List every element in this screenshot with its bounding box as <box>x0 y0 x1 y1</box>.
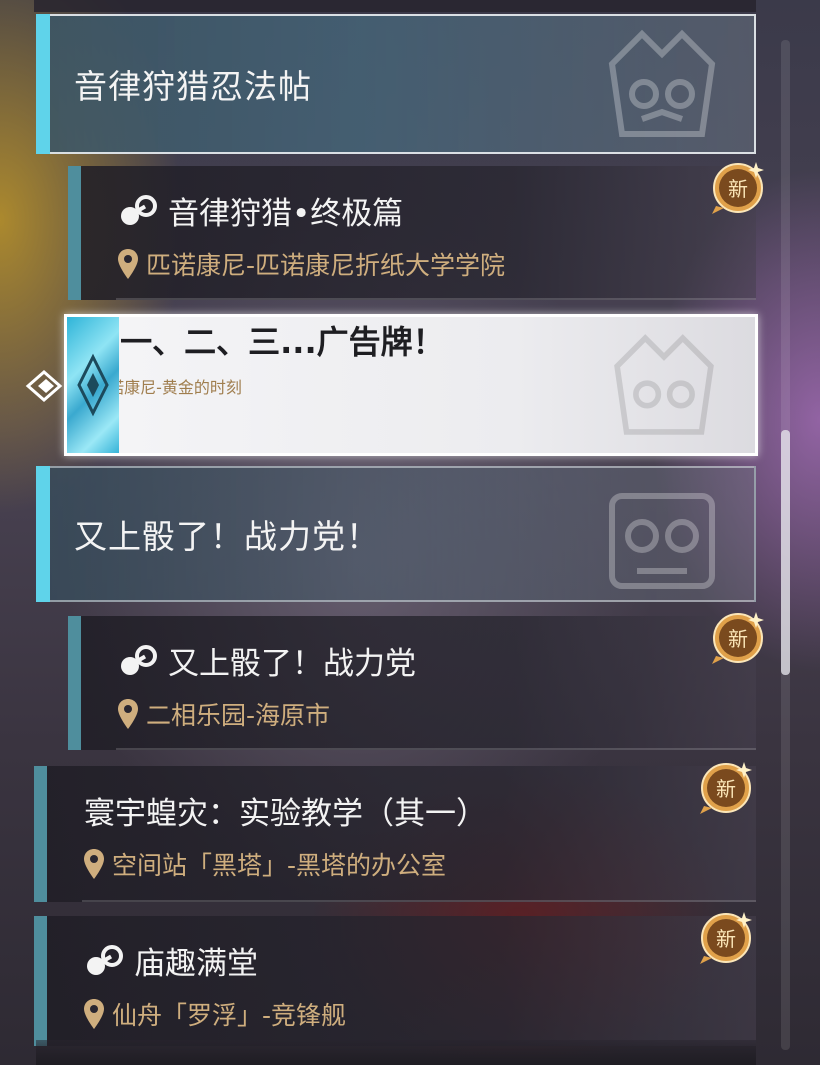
list-bottom-fade <box>36 1040 756 1065</box>
quest-name: 庙趣满堂 <box>134 946 258 982</box>
quest-item-selected[interactable]: 一、二、三...广告牌！ 匹诺康尼-黄金的时刻 <box>64 314 758 456</box>
quest-type-icon <box>121 194 157 225</box>
totem-watermark-icon <box>609 493 715 589</box>
selection-pointer-icon <box>25 370 63 402</box>
mask-watermark-icon <box>614 334 714 435</box>
new-badge-text: 新 <box>716 777 736 801</box>
quest-location: 匹诺康尼-匹诺康尼折纸大学学院 <box>146 251 506 280</box>
quest-location-row: 匹诺康尼-匹诺康尼折纸大学学院 <box>118 246 505 282</box>
category-header-dice-battle[interactable]: 又上骰了！战力党！ <box>36 466 756 602</box>
quest-type-icon <box>87 944 123 975</box>
row-divider <box>116 298 756 300</box>
category-title: 又上骰了！战力党！ <box>74 517 380 556</box>
new-badge-text: 新 <box>716 927 736 951</box>
row-divider <box>116 748 756 750</box>
location-pin-icon <box>118 249 138 279</box>
quest-side-bar <box>68 166 81 300</box>
quest-location-row: 二相乐园-海原市 <box>118 696 330 732</box>
quest-type-icon <box>121 644 157 675</box>
quest-location-row: 仙舟「罗浮」-竞锋舰 <box>84 996 346 1032</box>
diamond-icon <box>77 353 109 417</box>
quest-name-row: 又上骰了！战力党 <box>118 638 416 683</box>
quest-item[interactable]: 音律狩猎•终极篇 匹诺康尼-匹诺康尼折纸大学学院 <box>68 166 756 300</box>
category-header-rhythm-hunt[interactable]: 音律狩猎忍法帖 <box>36 14 756 154</box>
quest-side-bar <box>68 616 81 750</box>
quest-name-row: 寰宇蝗灾：实验教学（其一） <box>84 788 487 833</box>
quest-item[interactable]: 又上骰了！战力党 二相乐园-海原市 <box>68 616 756 750</box>
new-badge-text: 新 <box>728 627 748 651</box>
mask-watermark-icon <box>608 29 716 137</box>
new-badge-text: 新 <box>728 177 748 201</box>
quest-side-bar <box>34 766 47 902</box>
location-pin-icon <box>118 699 138 729</box>
quest-name-row: 音律狩猎•终极篇 <box>118 188 403 233</box>
quest-name: 音律狩猎•终极篇 <box>168 196 404 232</box>
row-divider <box>82 900 756 902</box>
new-badge-icon: 新 <box>712 612 764 664</box>
quest-side-bar <box>34 916 47 1046</box>
quest-item[interactable]: 寰宇蝗灾：实验教学（其一） 空间站「黑塔」-黑塔的办公室 <box>34 766 756 902</box>
selected-strip <box>67 317 119 453</box>
location-pin-icon <box>84 999 104 1029</box>
quest-item[interactable]: 庙趣满堂 仙舟「罗浮」-竞锋舰 <box>34 916 756 1046</box>
quest-name: 又上骰了！战力党 <box>168 646 416 682</box>
quest-location: 空间站「黑塔」-黑塔的办公室 <box>112 851 447 880</box>
quest-name: 寰宇蝗灾：实验教学（其一） <box>84 796 487 832</box>
new-badge-icon: 新 <box>700 912 752 964</box>
scrollbar-thumb[interactable] <box>781 430 790 675</box>
category-accent-bar <box>36 466 50 602</box>
quest-location-row: 空间站「黑塔」-黑塔的办公室 <box>84 846 446 882</box>
quest-name-row: 庙趣满堂 <box>84 938 258 983</box>
category-title: 音律狩猎忍法帖 <box>74 67 312 106</box>
location-pin-icon <box>84 849 104 879</box>
quest-location: 仙舟「罗浮」-竞锋舰 <box>112 1001 347 1030</box>
quest-location: 二相乐园-海原市 <box>146 701 331 730</box>
new-badge-icon: 新 <box>712 162 764 214</box>
list-top-edge <box>34 0 756 12</box>
quest-name: 一、二、三...广告牌！ <box>120 323 445 361</box>
category-accent-bar <box>36 14 50 154</box>
new-badge-icon: 新 <box>700 762 752 814</box>
